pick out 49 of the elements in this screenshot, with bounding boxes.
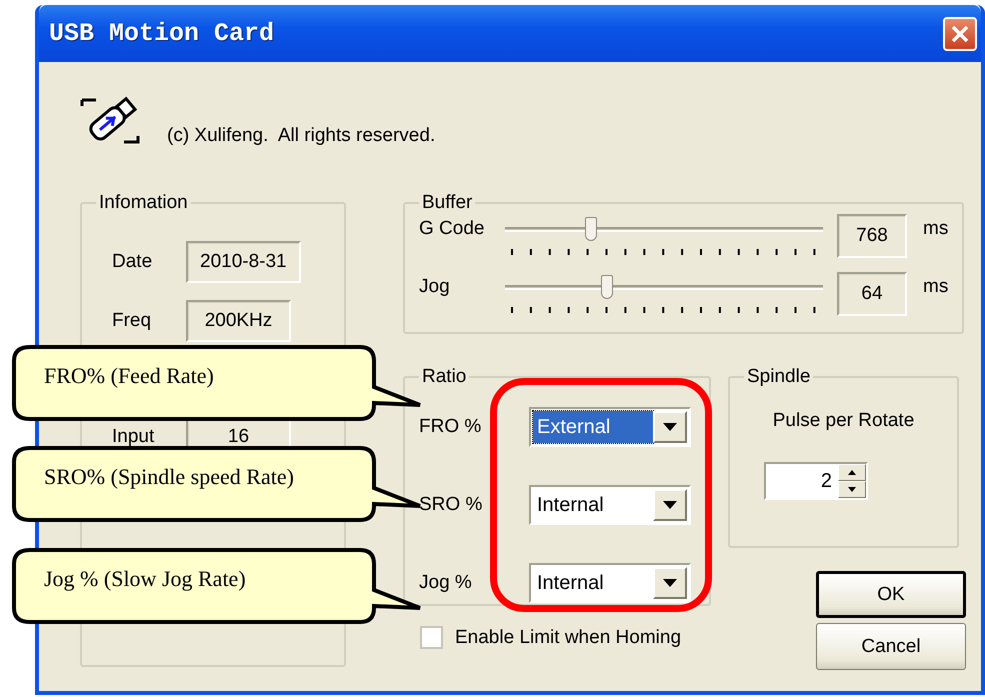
dialog-button[interactable]: Cancel: [816, 623, 966, 670]
field-label: Input: [112, 426, 156, 448]
dropdown-button[interactable]: [653, 411, 687, 443]
slider-thumb[interactable]: [584, 217, 597, 241]
readonly-field: 200KHz: [186, 300, 291, 342]
dropdown[interactable]: Internal: [529, 485, 691, 525]
checkbox-label: Enable Limit when Homing: [455, 626, 682, 648]
slider-thumb[interactable]: [600, 275, 613, 299]
readonly-field: 2010-8-31: [186, 241, 301, 283]
slider-label: G Code: [419, 217, 486, 240]
caret-icon: [663, 501, 677, 509]
field-label: Freq: [112, 310, 152, 332]
dialog-button[interactable]: OK: [816, 571, 966, 618]
down-arrow-icon: [848, 487, 856, 492]
callout-text: SRO% (Spindle speed Rate): [44, 464, 294, 490]
group-title: Buffer: [421, 192, 474, 214]
slider-track[interactable]: [505, 216, 823, 242]
slider-track[interactable]: [505, 274, 823, 300]
copyright-text: (c) Xulifeng. All rights reserved.: [167, 125, 436, 147]
dropdown-button[interactable]: [653, 489, 687, 521]
spin-up-button[interactable]: [838, 464, 866, 481]
caret-icon: [663, 423, 677, 431]
up-arrow-icon: [848, 470, 856, 475]
dropdown-value: External: [533, 411, 653, 443]
ratio-label: FRO %: [419, 416, 482, 438]
callout-text: Jog % (Slow Jog Rate): [44, 566, 246, 592]
value-field[interactable]: 768: [837, 214, 907, 258]
value-field[interactable]: 64: [837, 272, 907, 316]
dropdown[interactable]: Internal: [529, 563, 691, 603]
dropdown-button[interactable]: [653, 567, 687, 599]
spindle-label: Pulse per Rotate: [772, 410, 916, 432]
ratio-label: SRO %: [419, 494, 484, 516]
checkbox[interactable]: [420, 626, 443, 649]
group-title: Infomation: [98, 192, 189, 214]
group-title: Ratio: [421, 366, 468, 388]
ratio-label: Jog %: [419, 572, 473, 594]
callout-text: FRO% (Feed Rate): [44, 363, 214, 389]
group-title: Spindle: [746, 366, 812, 388]
close-icon: [950, 24, 970, 44]
field-label: Date: [112, 251, 154, 273]
dropdown[interactable]: External: [529, 407, 691, 447]
spin-down-button[interactable]: [838, 481, 866, 498]
unit-label: ms: [923, 275, 948, 298]
unit-label: ms: [923, 217, 948, 240]
window-title: USB Motion Card: [49, 19, 274, 48]
close-button[interactable]: [943, 16, 977, 50]
spinner-field[interactable]: 2: [764, 462, 868, 500]
caret-icon: [663, 579, 677, 587]
slider-label: Jog: [419, 275, 451, 298]
